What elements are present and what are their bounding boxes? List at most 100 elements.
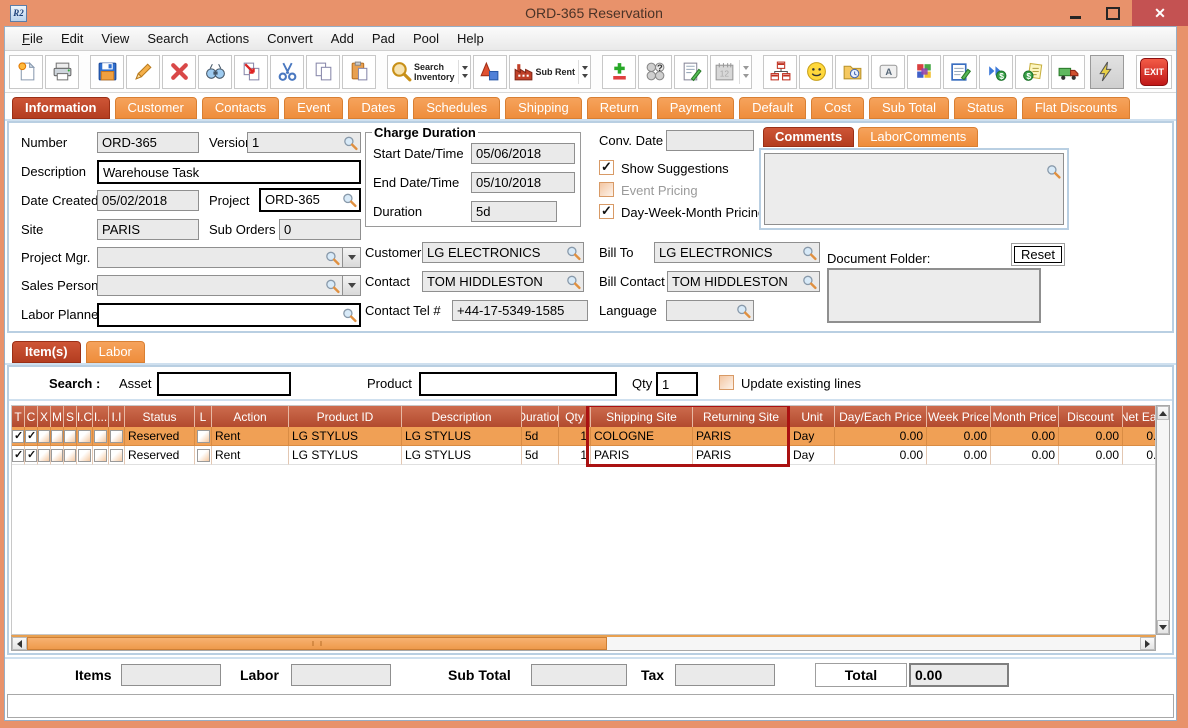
print-button[interactable] — [45, 54, 79, 89]
sub-rent-button[interactable]: Sub Rent — [508, 54, 592, 89]
row2-ii-checkbox[interactable] — [110, 448, 123, 462]
col-header-day-each-price[interactable]: Day/Each Price — [835, 406, 927, 427]
tab-customer[interactable]: Customer — [113, 96, 198, 119]
col-header-t[interactable]: T — [12, 406, 25, 427]
col-header-qty[interactable]: Qty — [559, 406, 591, 427]
invoice-button[interactable]: $ — [1015, 54, 1050, 89]
row1-c-checkbox[interactable] — [25, 429, 37, 443]
show-suggestions-checkbox[interactable] — [599, 159, 614, 175]
asset-search-input[interactable] — [157, 372, 291, 396]
search-inventory-dropdown[interactable] — [457, 59, 468, 84]
bill-to-field[interactable]: LG ELECTRONICS — [654, 242, 820, 263]
menu-view[interactable]: View — [92, 28, 138, 49]
col-header-discount[interactable]: Discount — [1059, 406, 1123, 427]
tab-payment[interactable]: Payment — [655, 96, 736, 119]
reset-button[interactable]: Reset — [1011, 243, 1065, 266]
customer-search-icon[interactable] — [566, 245, 581, 260]
comments-search-icon[interactable] — [1046, 164, 1061, 179]
row2-m-checkbox[interactable] — [51, 448, 63, 462]
edit-button[interactable] — [126, 54, 160, 89]
row1-ii-checkbox[interactable] — [110, 429, 123, 443]
menu-edit[interactable]: Edit — [52, 28, 92, 49]
row2-idots-checkbox[interactable] — [94, 448, 107, 462]
bill-to-search-icon[interactable] — [802, 245, 817, 260]
bill-contact-search-icon[interactable] — [802, 274, 817, 289]
grid-row-2[interactable]: Reserved Rent LG STYLUS LG STYLUS 5d 1 P… — [12, 446, 1155, 465]
col-header-product-id[interactable]: Product ID — [289, 406, 402, 427]
col-header-x[interactable]: X — [38, 406, 51, 427]
org-chart-button[interactable] — [763, 54, 798, 89]
sub-orders-field[interactable]: 0 — [279, 219, 361, 240]
menu-actions[interactable]: Actions — [198, 28, 259, 49]
project-mgr-field[interactable] — [97, 247, 343, 268]
grid-vertical-scrollbar[interactable] — [1156, 405, 1170, 635]
menu-pool[interactable]: Pool — [404, 28, 448, 49]
tab-schedules[interactable]: Schedules — [412, 96, 502, 119]
tab-labor-comments[interactable]: LaborComments — [857, 126, 980, 147]
end-date-field[interactable]: 05/10/2018 — [471, 172, 575, 193]
grid-row-1[interactable]: Reserved Rent LG STYLUS LG STYLUS 5d 1 C… — [12, 427, 1155, 446]
keyboard-button[interactable]: A — [871, 54, 906, 89]
menu-convert[interactable]: Convert — [258, 28, 322, 49]
horizontal-scroll-thumb[interactable] — [27, 637, 607, 650]
col-header-action[interactable]: Action — [212, 406, 289, 427]
contact-tel-field[interactable]: +44-17-5349-1585 — [452, 300, 588, 321]
version-search-icon[interactable] — [343, 135, 358, 150]
tab-items[interactable]: Item(s) — [11, 340, 82, 363]
row2-s-checkbox[interactable] — [64, 448, 76, 462]
duration-field[interactable]: 5d — [471, 201, 557, 222]
col-header-idots[interactable]: I... — [93, 406, 109, 427]
maximize-button[interactable] — [1094, 0, 1132, 26]
menu-add[interactable]: Add — [322, 28, 363, 49]
tab-dates[interactable]: Dates — [347, 96, 410, 119]
row2-x-checkbox[interactable] — [38, 448, 50, 462]
product-cubes-button[interactable] — [907, 54, 942, 89]
project-mgr-dropdown[interactable] — [342, 247, 361, 268]
row1-l-checkbox[interactable] — [196, 429, 210, 443]
day-week-month-checkbox[interactable] — [599, 203, 614, 219]
add-line-button[interactable] — [602, 54, 637, 89]
save-button[interactable] — [90, 54, 124, 89]
project-mgr-search-icon[interactable] — [325, 250, 340, 265]
query-group-button[interactable]: ? — [638, 54, 673, 89]
sales-person-search-icon[interactable] — [325, 278, 340, 293]
tab-labor[interactable]: Labor — [84, 340, 146, 363]
row1-m-checkbox[interactable] — [51, 429, 63, 443]
scroll-right-button[interactable] — [1140, 637, 1155, 650]
folder-time-button[interactable] — [835, 54, 870, 89]
col-header-week-price[interactable]: Week Price — [927, 406, 991, 427]
paste-button[interactable] — [342, 54, 376, 89]
document-folder-field[interactable] — [827, 268, 1041, 323]
menu-file[interactable]: File — [13, 28, 52, 49]
cut-button[interactable] — [270, 54, 304, 89]
product-search-input[interactable] — [419, 372, 617, 396]
row2-ic-checkbox[interactable] — [78, 448, 91, 462]
col-header-description[interactable]: Description — [402, 406, 522, 427]
customer-field[interactable]: LG ELECTRONICS — [422, 242, 584, 263]
tab-flat-discounts[interactable]: Flat Discounts — [1020, 96, 1132, 119]
sales-person-field[interactable] — [97, 275, 343, 296]
col-header-status[interactable]: Status — [125, 406, 195, 427]
row1-t-checkbox[interactable] — [12, 429, 24, 443]
tab-event[interactable]: Event — [283, 96, 345, 119]
description-field[interactable] — [97, 160, 361, 184]
tab-shipping[interactable]: Shipping — [504, 96, 583, 119]
col-header-c[interactable]: C — [25, 406, 38, 427]
conv-date-field[interactable] — [666, 130, 754, 151]
contact-search-icon[interactable] — [566, 274, 581, 289]
project-search-icon[interactable] — [342, 193, 357, 208]
col-header-unit[interactable]: Unit — [790, 406, 835, 427]
col-header-duration[interactable]: Duration — [522, 406, 559, 427]
tab-return[interactable]: Return — [585, 96, 653, 119]
col-header-net-each[interactable]: Net Each — [1123, 406, 1155, 427]
update-existing-lines-checkbox[interactable] — [719, 375, 734, 390]
smiley-button[interactable] — [799, 54, 834, 89]
scroll-down-button[interactable] — [1157, 620, 1169, 634]
site-field[interactable]: PARIS — [97, 219, 199, 240]
bill-contact-field[interactable]: TOM HIDDLESTON — [667, 271, 820, 292]
tab-cost[interactable]: Cost — [810, 96, 865, 119]
row1-ic-checkbox[interactable] — [78, 429, 91, 443]
row2-c-checkbox[interactable] — [25, 448, 37, 462]
col-header-ii[interactable]: I.I — [109, 406, 125, 427]
tab-comments[interactable]: Comments — [762, 126, 856, 147]
